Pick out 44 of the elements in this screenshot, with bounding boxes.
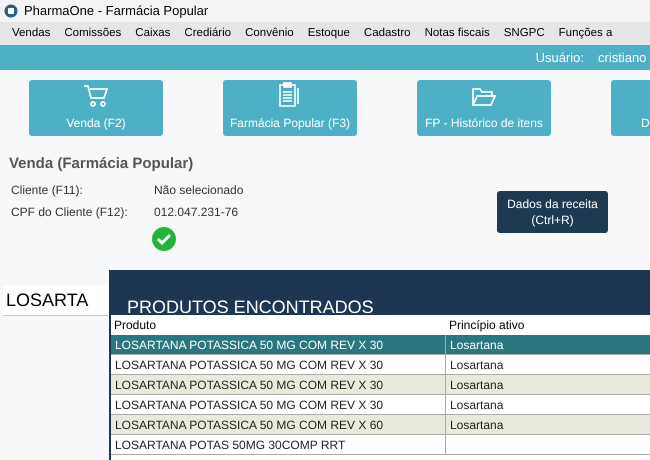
table-row[interactable]: LOSARTANA POTASSICA 50 MG COM REV X 30 Losartana (111, 355, 650, 375)
table-row[interactable]: LOSARTANA POTASSICA 50 MG COM REV X 60 Losartana (111, 415, 650, 435)
table-row[interactable]: LOSARTANA POTAS 50MG 30COMP RRT (111, 435, 650, 455)
menu-item[interactable]: Comissões (64, 24, 122, 42)
field-value: 012.047.231-76 (154, 204, 238, 221)
table-row[interactable]: LOSARTANA POTASSICA 50 MG COM REV X 30 Losartana (111, 375, 650, 395)
menu-item[interactable]: Crediário (184, 24, 232, 42)
field-value: Não selecionado (154, 182, 244, 199)
table-row[interactable]: LOSARTANA POTASSICA 50 MG COM REV X 30 Losartana (111, 335, 650, 355)
table-cell-text: Losartana (449, 356, 504, 374)
folder-icon (471, 86, 497, 108)
column-header: Princípio ativo (448, 317, 526, 334)
menu-item[interactable]: Convênio (245, 24, 294, 42)
menu-item[interactable]: Cadastro (364, 24, 411, 42)
table-cell-text: Losartana (449, 376, 504, 394)
menu-item[interactable]: Funções a (558, 24, 612, 42)
section-heading: Venda (Farmácia Popular) (8, 154, 194, 174)
table-cell: LOSARTANA POTAS 50MG 30COMP RRT (111, 435, 446, 454)
menu-item[interactable]: Notas fiscais (424, 24, 490, 42)
user-name: cristiano (598, 48, 648, 67)
table-cell: LOSARTANA POTASSICA 50 MG COM REV X 60 (111, 415, 446, 434)
table-cell: LOSARTANA POTASSICA 50 MG COM REV X 30 (111, 335, 446, 354)
menu-item[interactable]: Vendas (12, 24, 50, 42)
prescription-button[interactable]: Dados da receita (Ctrl+R) (497, 191, 608, 233)
table-cell: LOSARTANA POTASSICA 50 MG COM REV X 30 (111, 355, 446, 374)
window-title: PharmaOne - Farmácia Popular (24, 2, 208, 20)
user-label: Usuário: (536, 48, 584, 67)
table-cell-text: Losartana (449, 396, 504, 414)
column-header: Produto (113, 317, 158, 334)
search-field[interactable]: LOSARTA (3, 286, 108, 316)
table-cell-text: Losartana (449, 416, 504, 434)
clipboard-icon (278, 82, 302, 108)
field-label: Cliente (F11): (11, 182, 84, 199)
table-cell: LOSARTANA POTASSICA 50 MG COM REV X 30 (111, 395, 446, 414)
app-icon (4, 4, 18, 18)
panel-title: PRODUTOS ENCONTRADOS (126, 296, 375, 315)
table-cell-text: Losartana (449, 336, 504, 354)
menu-item[interactable]: Caixas (135, 24, 170, 42)
menu-item[interactable]: SNGPC (504, 24, 545, 42)
field-label: CPF do Cliente (F12): (11, 204, 129, 221)
menu-item[interactable]: Estoque (308, 24, 350, 42)
table-row[interactable]: LOSARTANA POTASSICA 50 MG COM REV X 30 Losartana (111, 395, 650, 415)
cart-icon (83, 84, 109, 108)
table-cell: LOSARTANA POTASSICA 50 MG COM REV X 30 (111, 375, 446, 394)
